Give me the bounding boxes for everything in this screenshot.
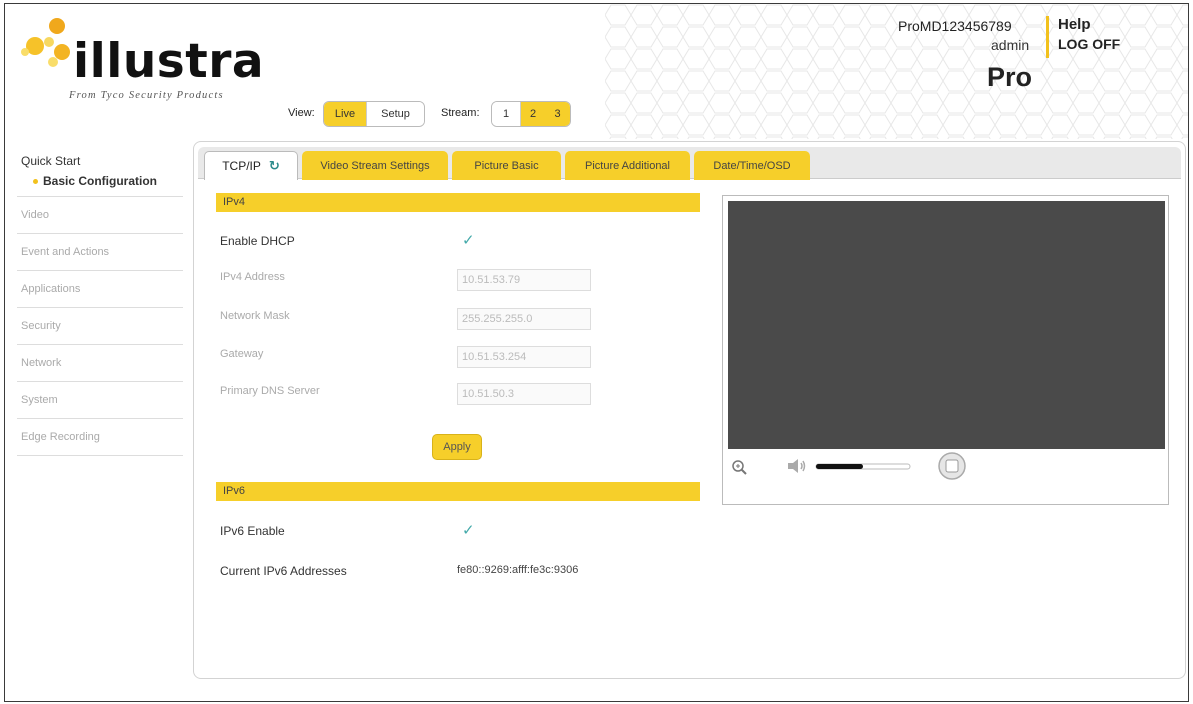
help-link[interactable]: Help: [1058, 16, 1091, 33]
logo-tagline: From Tyco Security Products: [69, 90, 224, 101]
tab-video-stream-settings[interactable]: Video Stream Settings: [302, 151, 448, 180]
sidebar-item-edge-recording[interactable]: Edge Recording: [17, 419, 183, 456]
sidebar-section-quick-start[interactable]: Quick Start: [17, 150, 183, 170]
tab-bar: TCP/IP ↻ Video Stream Settings Picture Ba…: [198, 147, 1181, 180]
view-toggle: Live Setup: [323, 101, 425, 127]
tab-tcpip[interactable]: TCP/IP ↻: [204, 151, 298, 180]
network-mask-input[interactable]: 255.255.255.0: [457, 308, 591, 330]
primary-dns-input[interactable]: 10.51.50.3: [457, 383, 591, 405]
ipv6-enable-label: IPv6 Enable: [220, 524, 285, 538]
gateway-label: Gateway: [220, 348, 264, 360]
view-live-button[interactable]: Live: [324, 102, 366, 126]
sidebar-item-video[interactable]: Video: [17, 197, 183, 234]
stream-selector: 1 2 3: [491, 101, 571, 127]
current-ipv6-value: fe80::9269:afff:fe3c:9306: [457, 564, 579, 576]
speaker-icon[interactable]: [785, 454, 809, 478]
stream-label: Stream:: [441, 107, 480, 119]
logo-wordmark: illustra: [73, 34, 265, 89]
enable-dhcp-checkbox[interactable]: ✓: [462, 233, 478, 249]
tab-date-time-osd[interactable]: Date/Time/OSD: [694, 151, 810, 180]
view-label: View:: [288, 107, 315, 119]
sidebar-item-network[interactable]: Network: [17, 345, 183, 382]
apply-button[interactable]: Apply: [432, 434, 482, 460]
username: admin: [991, 37, 1030, 53]
ipv4-address-input[interactable]: 10.51.53.79: [457, 269, 591, 291]
sidebar-item-event-and-actions[interactable]: Event and Actions: [17, 234, 183, 271]
primary-dns-label: Primary DNS Server: [220, 385, 320, 397]
video-preview-box: [722, 195, 1169, 505]
brand-logo: illustra From Tyco Security Products: [19, 18, 279, 108]
logoff-link[interactable]: LOG OFF: [1058, 36, 1120, 52]
product-name: Pro: [987, 62, 1033, 92]
video-preview: [728, 201, 1165, 449]
app-frame: illustra From Tyco Security Products Vie…: [4, 3, 1189, 702]
ipv6-section-header: IPv6: [216, 482, 700, 501]
refresh-icon[interactable]: ↻: [269, 158, 280, 174]
current-ipv6-label: Current IPv6 Addresses: [220, 564, 347, 578]
sidebar-item-basic-configuration[interactable]: Basic Configuration: [17, 170, 183, 197]
main-panel: TCP/IP ↻ Video Stream Settings Picture Ba…: [193, 141, 1186, 679]
tab-picture-basic[interactable]: Picture Basic: [452, 151, 561, 180]
gateway-input[interactable]: 10.51.53.254: [457, 346, 591, 368]
hex-pattern-decoration: [605, 4, 1188, 139]
sidebar-item-applications[interactable]: Applications: [17, 271, 183, 308]
volume-slider[interactable]: [815, 454, 911, 478]
network-mask-label: Network Mask: [220, 310, 290, 322]
tab-picture-additional[interactable]: Picture Additional: [565, 151, 690, 180]
view-setup-button[interactable]: Setup: [366, 102, 424, 126]
stream-2-button[interactable]: 2: [520, 102, 545, 126]
stop-icon[interactable]: [937, 451, 967, 481]
sidebar-nav: Quick Start Basic Configuration Video Ev…: [17, 150, 183, 456]
stream-3-button[interactable]: 3: [545, 102, 570, 126]
zoom-icon[interactable]: [731, 454, 749, 478]
stream-1-button[interactable]: 1: [492, 102, 520, 126]
ipv6-enable-checkbox[interactable]: ✓: [462, 523, 478, 539]
active-dot-icon: [33, 179, 38, 185]
enable-dhcp-label: Enable DHCP: [220, 234, 295, 248]
ipv4-section-header: IPv4: [216, 193, 700, 212]
sidebar-item-system[interactable]: System: [17, 382, 183, 419]
header-divider: [1046, 16, 1049, 58]
device-id: ProMD123456789: [898, 18, 1012, 34]
sidebar-item-security[interactable]: Security: [17, 308, 183, 345]
ipv4-address-label: IPv4 Address: [220, 271, 285, 283]
